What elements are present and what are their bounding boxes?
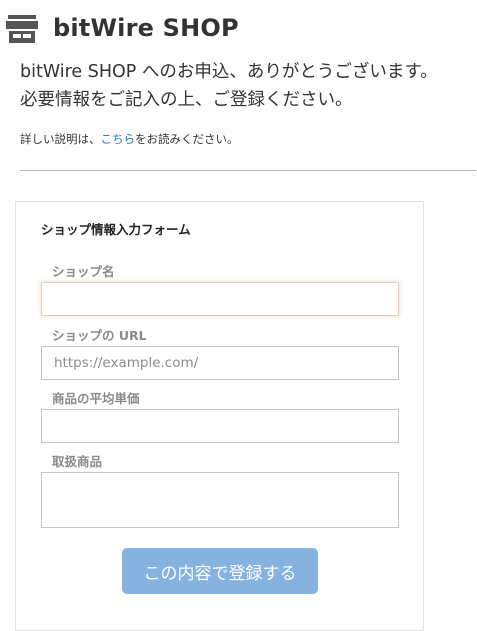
shop-url-input[interactable]: [41, 346, 399, 380]
average-price-input[interactable]: [41, 409, 399, 443]
shop-info-form: ショップ情報入力フォーム ショップ名 ショップの URL 商品の平均単価 取扱商…: [15, 201, 424, 631]
shop-icon: [6, 15, 38, 43]
intro-line-2: 必要情報をご記入の上、ご登録ください。: [20, 90, 353, 110]
divider: [20, 170, 476, 171]
form-title: ショップ情報入力フォーム: [41, 222, 191, 237]
help-link[interactable]: こちら: [101, 132, 136, 146]
help-prefix: 詳しい説明は、: [20, 132, 101, 146]
help-suffix: をお読みください。: [135, 132, 239, 146]
products-label: 取扱商品: [52, 454, 103, 469]
intro-line-1: bitWire SHOP へのお申込、ありがとうございます。: [20, 62, 438, 82]
submit-button[interactable]: この内容で登録する: [122, 548, 318, 594]
brand-name: bitWire SHOP: [53, 14, 239, 42]
shop-name-label: ショップ名: [52, 264, 115, 279]
shop-url-label: ショップの URL: [52, 328, 147, 343]
shop-name-input[interactable]: [41, 282, 399, 316]
average-price-label: 商品の平均単価: [52, 391, 140, 406]
products-textarea[interactable]: [41, 472, 399, 528]
intro-message: bitWire SHOP へのお申込、ありがとうございます。 必要情報をご記入の…: [20, 58, 472, 114]
help-text: 詳しい説明は、こちらをお読みください。: [20, 131, 239, 147]
site-header: bitWire SHOP: [6, 10, 239, 46]
